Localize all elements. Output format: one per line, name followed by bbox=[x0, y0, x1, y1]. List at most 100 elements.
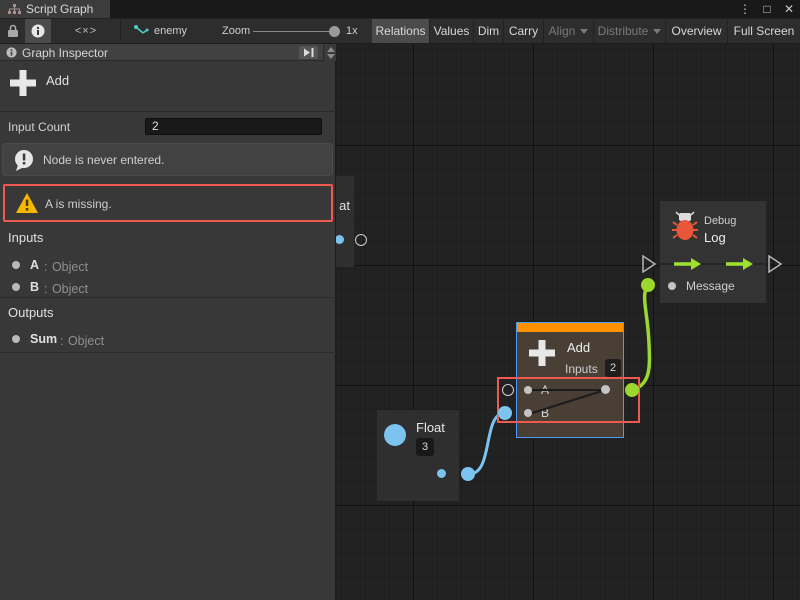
zoom-value: 1x bbox=[346, 19, 358, 43]
float-type-icon bbox=[384, 424, 406, 446]
output-type: : Object bbox=[60, 332, 104, 350]
close-icon[interactable]: ✕ bbox=[782, 0, 796, 18]
type-name: Object bbox=[52, 260, 88, 274]
input-type: : Object bbox=[44, 258, 88, 276]
graph-breadcrumb[interactable]: enemy bbox=[134, 19, 187, 43]
align-button[interactable]: Align bbox=[544, 19, 594, 43]
values-label: Values bbox=[434, 24, 470, 38]
clipped-float-node[interactable]: at bbox=[336, 176, 354, 267]
add-node-subtitle: Inputs bbox=[565, 362, 598, 376]
debug-message-port[interactable] bbox=[668, 282, 676, 290]
edit-code-button[interactable]: <×> bbox=[58, 19, 114, 43]
tab-script-graph[interactable]: Script Graph bbox=[0, 0, 110, 18]
chevron-down-icon bbox=[580, 29, 588, 34]
debug-node-category: Debug bbox=[704, 215, 736, 227]
type-separator: : bbox=[44, 260, 47, 274]
carry-button[interactable]: Carry bbox=[504, 19, 544, 43]
add-b-connected-port[interactable] bbox=[498, 406, 512, 420]
inspector-title: Graph Inspector bbox=[22, 46, 108, 60]
warning-message-text: A is missing. bbox=[45, 197, 112, 211]
main-area: Graph Inspector Ad bbox=[0, 44, 800, 600]
inspector-toggle-button[interactable] bbox=[25, 19, 51, 43]
graph-canvas[interactable]: at bbox=[336, 44, 800, 600]
float-wire-start-dot[interactable] bbox=[461, 467, 475, 481]
wire-sum-to-message[interactable] bbox=[632, 287, 649, 390]
add-sum-output-port[interactable] bbox=[625, 383, 639, 397]
relations-label: Relations bbox=[375, 24, 425, 38]
port-dot-icon bbox=[12, 283, 20, 291]
toolbar: <×> enemy Zoom 1x Relations Values bbox=[0, 18, 800, 44]
align-label: Align bbox=[549, 24, 576, 38]
message-port-label: Message bbox=[686, 279, 735, 293]
add-sum-inner-port[interactable] bbox=[601, 385, 610, 394]
inputs-section-header: Inputs bbox=[8, 230, 43, 245]
section-divider bbox=[0, 297, 336, 298]
flow-input-port[interactable] bbox=[643, 256, 655, 272]
add-a-inner-port[interactable] bbox=[524, 386, 532, 394]
toolbar-button-group: Relations Values Dim Carry Align Distrib… bbox=[372, 19, 800, 43]
zoom-label: Zoom bbox=[222, 19, 250, 43]
add-node-header bbox=[517, 323, 623, 332]
input-count-field[interactable]: 2 bbox=[145, 118, 322, 135]
zoom-slider-handle[interactable] bbox=[329, 26, 340, 37]
type-name: Object bbox=[68, 334, 104, 348]
graph-name: enemy bbox=[154, 25, 187, 37]
overview-label: Overview bbox=[671, 24, 721, 38]
outputs-section-header: Outputs bbox=[8, 305, 54, 320]
panel-scrollbar bbox=[323, 44, 336, 61]
fullscreen-button[interactable]: Full Screen bbox=[728, 19, 800, 43]
input-type: : Object bbox=[44, 280, 88, 298]
dock-panel-button[interactable] bbox=[299, 46, 318, 59]
type-name: Object bbox=[52, 282, 88, 296]
add-input-count-field[interactable]: 2 bbox=[605, 359, 621, 377]
distribute-label: Distribute bbox=[598, 24, 649, 38]
float-node[interactable]: Float 3 bbox=[377, 410, 459, 501]
output-name: Sum bbox=[30, 332, 57, 346]
tab-title: Script Graph bbox=[26, 2, 93, 16]
input-count-label: Input Count bbox=[8, 120, 70, 134]
overview-button[interactable]: Overview bbox=[666, 19, 728, 43]
code-icon: <×> bbox=[75, 25, 97, 37]
values-button[interactable]: Values bbox=[430, 19, 474, 43]
window-controls: ⋮ □ ✕ bbox=[738, 0, 796, 18]
flow-output-port[interactable] bbox=[769, 256, 781, 272]
section-divider bbox=[0, 352, 336, 353]
scroll-up-icon[interactable] bbox=[327, 47, 335, 52]
dim-button[interactable]: Dim bbox=[474, 19, 504, 43]
message-wire-end-dot[interactable] bbox=[641, 278, 655, 292]
zoom-slider[interactable] bbox=[253, 31, 339, 32]
debug-log-node[interactable]: Debug Log Message bbox=[660, 201, 766, 303]
float-output-port[interactable] bbox=[437, 469, 446, 478]
clipped-node-value-port[interactable] bbox=[355, 234, 367, 246]
selected-node-title: Add bbox=[46, 73, 69, 88]
inspector-header: Graph Inspector bbox=[0, 44, 336, 61]
float-value-field[interactable]: 3 bbox=[416, 438, 434, 456]
titlebar: Script Graph ⋮ □ ✕ bbox=[0, 0, 800, 18]
fullscreen-label: Full Screen bbox=[734, 24, 795, 38]
carry-label: Carry bbox=[509, 24, 538, 38]
speech-bubble-exclamation-icon bbox=[13, 149, 35, 172]
scroll-down-icon[interactable] bbox=[327, 54, 335, 59]
type-separator: : bbox=[44, 282, 47, 296]
relations-button[interactable]: Relations bbox=[372, 19, 430, 43]
clipped-node-title: at bbox=[339, 198, 350, 213]
maximize-icon[interactable]: □ bbox=[760, 0, 774, 18]
debug-node-title: Log bbox=[704, 230, 726, 245]
add-a-missing-port[interactable] bbox=[502, 384, 514, 396]
output-row-sum: Sum : Object bbox=[0, 331, 336, 347]
input-row-a: A : Object bbox=[0, 257, 336, 273]
warning-triangle-icon bbox=[15, 192, 39, 214]
distribute-button[interactable]: Distribute bbox=[594, 19, 666, 43]
input-name: A bbox=[30, 258, 39, 272]
plus-icon bbox=[527, 338, 557, 368]
input-row-b: B : Object bbox=[0, 279, 336, 295]
plus-icon bbox=[8, 68, 38, 98]
error-highlight-rect bbox=[497, 377, 640, 423]
menu-icon[interactable]: ⋮ bbox=[738, 0, 752, 18]
chevron-down-icon bbox=[653, 29, 661, 34]
dim-label: Dim bbox=[478, 24, 499, 38]
lock-button[interactable] bbox=[2, 19, 24, 43]
add-b-inner-port[interactable] bbox=[524, 409, 532, 417]
graph-hierarchy-icon bbox=[8, 4, 21, 15]
warning-message-box: A is missing. bbox=[3, 184, 333, 222]
